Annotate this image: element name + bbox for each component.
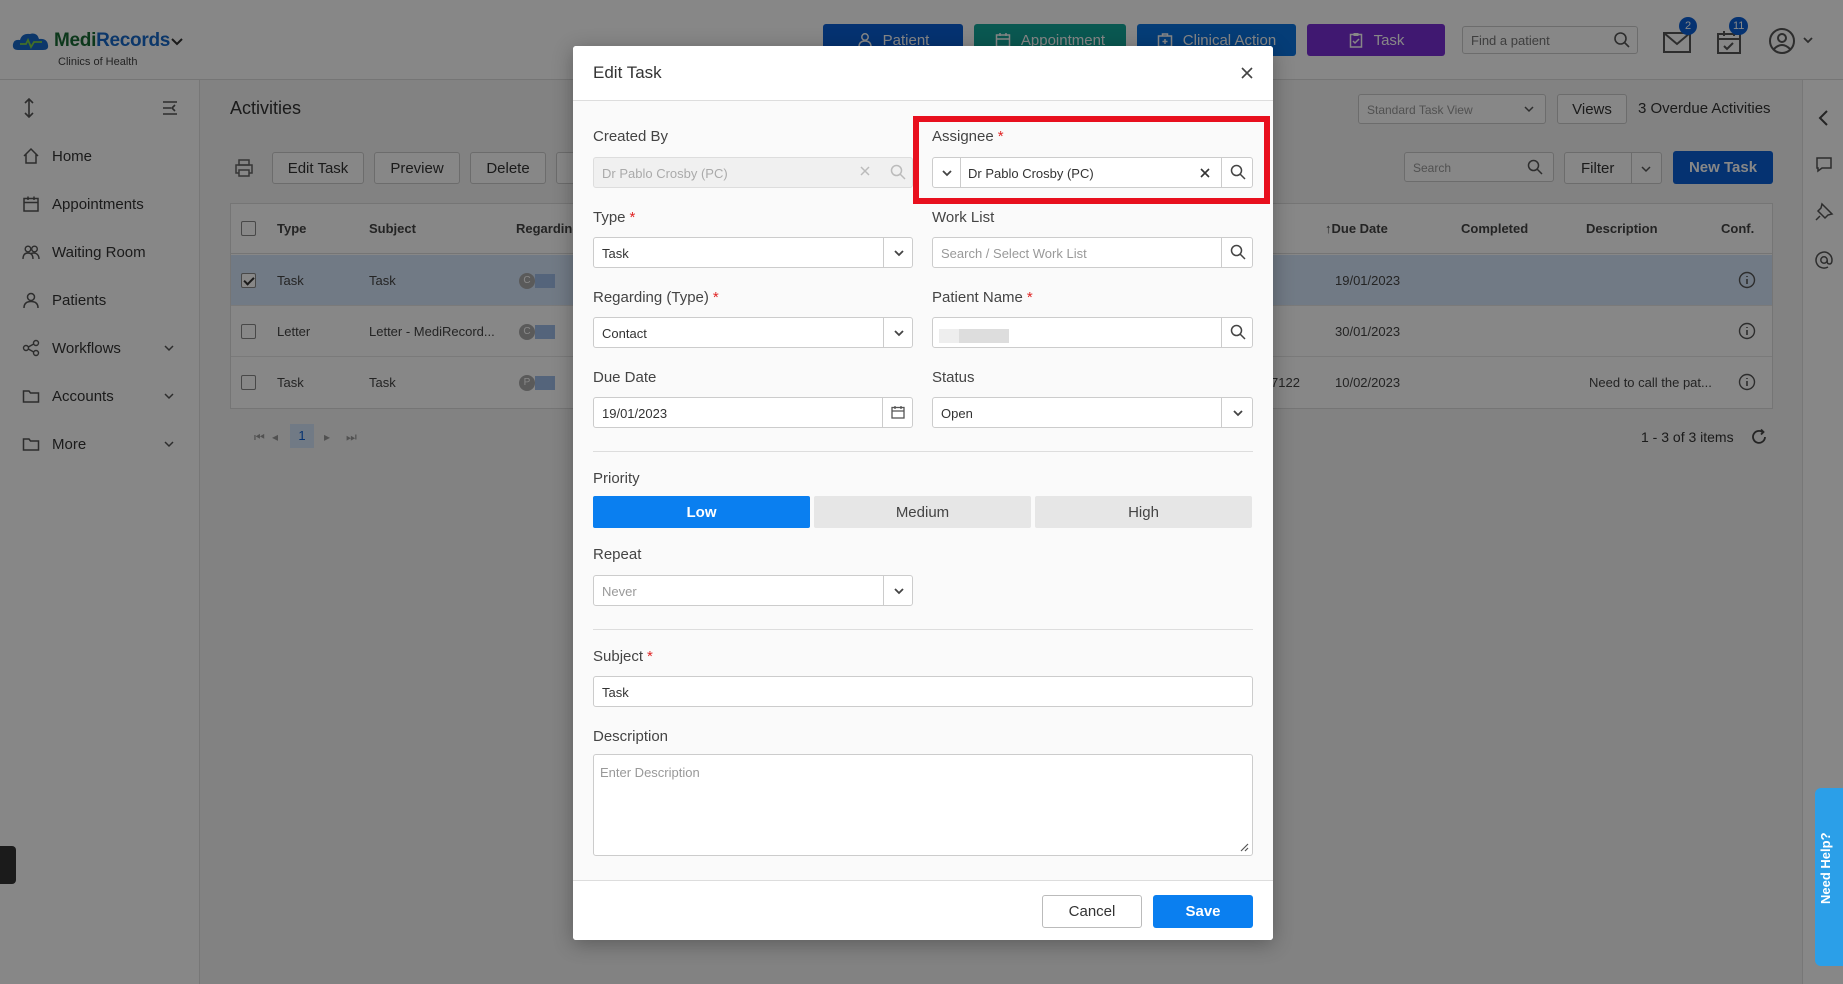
subject-input[interactable]: Task [593,676,1253,707]
field-divider [883,318,884,347]
repeat-select[interactable]: Never [593,575,913,606]
due-date-label: Due Date [593,369,657,386]
created-by-label: Created By [593,128,669,145]
patient-name-field[interactable] [932,317,1253,348]
resize-grip-icon[interactable] [1239,842,1249,852]
priority-high-button[interactable]: High [1035,496,1252,528]
patient-name-label: Patient Name * [932,289,1033,306]
work-list-placeholder: Search / Select Work List [941,246,1087,261]
repeat-label: Repeat [593,546,642,563]
chevron-down-icon[interactable] [891,245,907,261]
search-icon [890,164,906,180]
need-help-label: Need Help? [1818,832,1833,904]
field-divider [883,576,884,605]
chevron-down-icon[interactable] [891,325,907,341]
search-icon[interactable] [1230,244,1246,260]
field-divider [883,238,884,267]
priority-label: Priority [593,470,640,487]
due-date-value: 19/01/2023 [602,406,668,421]
status-value: Open [941,406,973,421]
subject-value: Task [602,685,629,700]
status-select[interactable]: Open [932,397,1253,428]
dialog-footer: Cancel Save [573,880,1273,940]
field-divider [882,398,883,427]
assignee-highlight-box [913,116,1270,204]
redacted-patient-name [959,329,1009,343]
save-button[interactable]: Save [1153,895,1253,928]
created-by-value: Dr Pablo Crosby (PC) [602,166,728,181]
cancel-button[interactable]: Cancel [1042,895,1142,928]
close-icon[interactable] [1239,65,1255,81]
regarding-type-label: Regarding (Type) * [593,289,719,306]
subject-label: Subject * [593,648,653,665]
redacted-patient-initial [939,329,959,343]
clear-icon [860,166,870,176]
description-textarea[interactable]: Enter Description [593,754,1253,856]
repeat-value: Never [602,584,637,599]
chevron-down-icon[interactable] [1230,405,1246,421]
work-list-field[interactable]: Search / Select Work List [932,237,1253,268]
field-divider [1221,238,1222,267]
divider [593,629,1253,630]
description-label: Description [593,728,669,745]
need-help-tab[interactable]: Need Help? [1815,788,1843,966]
status-label: Status [932,369,975,386]
chevron-down-icon[interactable] [891,583,907,599]
priority-medium-button[interactable]: Medium [814,496,1031,528]
created-by-field: Dr Pablo Crosby (PC) [593,157,913,188]
regarding-type-value: Contact [602,326,647,341]
type-select[interactable]: Task [593,237,913,268]
dialog-header: Edit Task [573,46,1273,101]
due-date-field[interactable]: 19/01/2023 [593,397,913,428]
divider [593,451,1253,452]
type-label: Type * [593,209,636,226]
field-divider [1221,318,1222,347]
dialog-title: Edit Task [593,63,662,82]
regarding-type-select[interactable]: Contact [593,317,913,348]
type-value: Task [602,246,629,261]
search-icon[interactable] [1230,324,1246,340]
field-divider [1221,398,1222,427]
calendar-icon[interactable] [891,405,905,419]
description-placeholder: Enter Description [600,765,700,780]
priority-low-button[interactable]: Low [593,496,810,528]
work-list-label: Work List [932,209,995,226]
